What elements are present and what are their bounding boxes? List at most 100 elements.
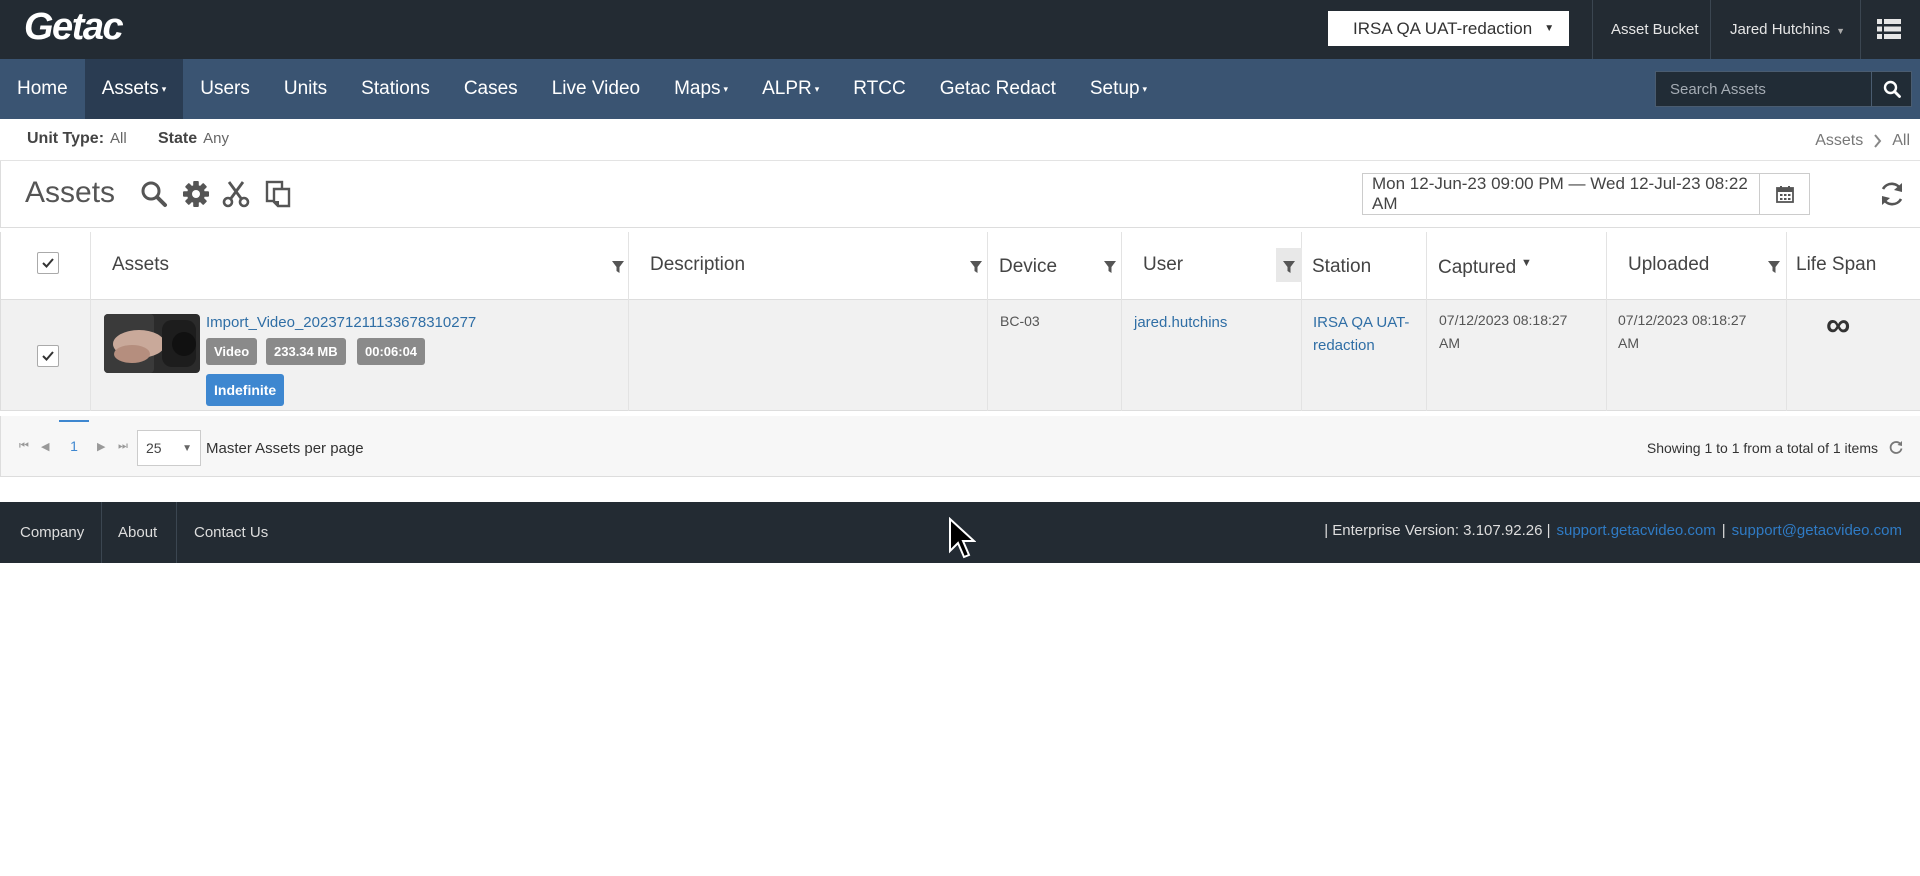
gear-icon[interactable] [182,180,210,208]
prev-page-icon[interactable]: ◀ [41,440,49,453]
state-value: Any [203,130,229,147]
captured-line-1: 07/12/2023 08:18:27 [1439,312,1568,328]
col-life-span[interactable]: Life Span [1787,232,1920,300]
col-device[interactable]: Device [988,232,1122,300]
user-menu[interactable]: Jared Hutchins ▼ [1730,21,1845,38]
type-badge: Video [206,338,258,365]
col-station[interactable]: Station [1302,232,1427,300]
nav-cases[interactable]: Cases [447,59,535,119]
col-description-label: Description [650,254,746,275]
col-assets-label: Assets [112,254,170,275]
state-filter[interactable]: State Any [158,130,229,148]
nav-label: Live Video [551,78,641,99]
date-range-picker[interactable]: Mon 12-Jun-23 09:00 PM — Wed 12-Jul-23 0… [1362,173,1810,215]
nav-assets[interactable]: Assets ▾ [84,59,184,119]
sort-desc-icon: ▼ [1521,257,1532,269]
filter-row: Unit Type: All State Any Assets All [0,119,1920,161]
filter-icon[interactable] [1103,260,1117,274]
caret-down-icon: ▾ [814,83,820,94]
station-line-1: IRSA QA UAT- [1313,314,1410,331]
calendar-icon [1775,186,1794,203]
page-title: Assets [25,176,116,209]
unit-type-label: Unit Type: [27,130,105,147]
copy-icon[interactable] [265,180,293,208]
nav-rtcc[interactable]: RTCC [836,59,922,119]
asset-name-link[interactable]: Import_Video_202371211133678310277 [206,314,476,331]
row-captured-cell: 07/12/2023 08:18:27 AM [1427,300,1607,411]
next-page-icon[interactable]: ▶ [97,440,105,453]
filter-icon[interactable] [611,260,625,274]
row-checkbox[interactable] [37,345,59,367]
unit-type-filter[interactable]: Unit Type: All [27,130,127,148]
col-life-span-label: Life Span [1796,254,1877,275]
user-link[interactable]: jared.hutchins [1134,311,1227,334]
filter-icon[interactable] [1282,260,1296,274]
nav-label: Units [283,78,328,99]
support-url-link[interactable]: support.getacvideo.com [1557,522,1716,539]
col-assets[interactable]: Assets [91,232,629,300]
caret-down-icon: ▾ [723,83,729,94]
nav-stations[interactable]: Stations [344,59,447,119]
col-captured[interactable]: Captured ▼ [1427,232,1607,300]
col-uploaded[interactable]: Uploaded [1607,232,1787,300]
select-all-cell [1,232,91,300]
search-assets-box [1655,71,1912,107]
nav-setup[interactable]: Setup ▾ [1073,59,1164,119]
check-icon [42,258,54,268]
retention-badge[interactable]: Indefinite [206,374,285,406]
nav-alpr[interactable]: ALPR ▾ [745,59,836,119]
search-button[interactable] [1871,72,1911,106]
per-page-select[interactable]: 25 ▼ [137,430,201,466]
nav-label: ALPR [762,78,812,99]
breadcrumb-assets[interactable]: Assets [1815,132,1863,150]
caret-down-icon: ▼ [182,442,192,454]
support-email-link[interactable]: support@getacvideo.com [1732,522,1902,539]
search-icon[interactable] [140,180,168,208]
tenant-select[interactable]: IRSA QA UAT-redaction ▼ [1328,11,1569,46]
nav-label: RTCC [853,78,906,99]
mouse-cursor-icon [949,517,976,559]
breadcrumb: Assets All [1815,132,1910,150]
list-menu-icon[interactable] [1877,19,1901,39]
per-page-value: 25 [146,440,162,456]
unit-type-value: All [110,130,127,147]
asset-bucket-link[interactable]: Asset Bucket [1611,21,1699,38]
nav-users[interactable]: Users [183,59,267,119]
nav-live-video[interactable]: Live Video [535,59,657,119]
first-page-icon[interactable]: ⏮ [19,440,29,453]
station-link[interactable]: IRSA QA UAT- redaction [1313,311,1409,357]
nav-getac-redact[interactable]: Getac Redact [923,59,1073,119]
nav-label: Setup [1089,78,1140,99]
table-row[interactable]: Import_Video_202371211133678310277 Video… [0,300,1920,411]
nav-maps[interactable]: Maps ▾ [657,59,745,119]
calendar-button[interactable] [1759,174,1809,214]
date-range-text: Mon 12-Jun-23 09:00 PM — Wed 12-Jul-23 0… [1372,174,1748,213]
last-page-icon[interactable]: ⏭ [118,440,128,453]
nav-units[interactable]: Units [267,59,344,119]
filter-icon[interactable] [969,260,983,274]
scissors-icon[interactable] [222,180,250,208]
footer-company-link[interactable]: Company [20,524,84,541]
col-description[interactable]: Description [629,232,988,300]
page-number[interactable]: 1 [59,420,89,470]
device-text: BC-03 [1000,313,1040,329]
refresh-icon[interactable] [1888,439,1904,455]
station-line-2: redaction [1313,337,1375,354]
row-select-cell [1,300,91,411]
search-assets-input[interactable] [1656,72,1871,106]
footer-about-link[interactable]: About [118,524,157,541]
getac-logo[interactable]: Getac [24,6,124,49]
caret-down-icon: ▼ [1836,26,1845,36]
nav-home[interactable]: Home [0,59,85,119]
pagination-bar: ⏮ ◀ 1 ▶ ⏭ 25 ▼ Master Assets per page Sh… [0,416,1920,477]
divider [1860,0,1861,59]
search-icon [1883,80,1901,98]
refresh-icon[interactable] [1878,180,1906,208]
row-user-cell: jared.hutchins [1122,300,1302,411]
col-user[interactable]: User [1122,232,1302,300]
filter-icon[interactable] [1767,260,1781,274]
row-uploaded-cell: 07/12/2023 08:18:27 AM [1607,300,1787,411]
footer-contact-link[interactable]: Contact Us [194,524,268,541]
video-thumbnail[interactable] [104,314,200,373]
select-all-checkbox[interactable] [37,252,59,274]
